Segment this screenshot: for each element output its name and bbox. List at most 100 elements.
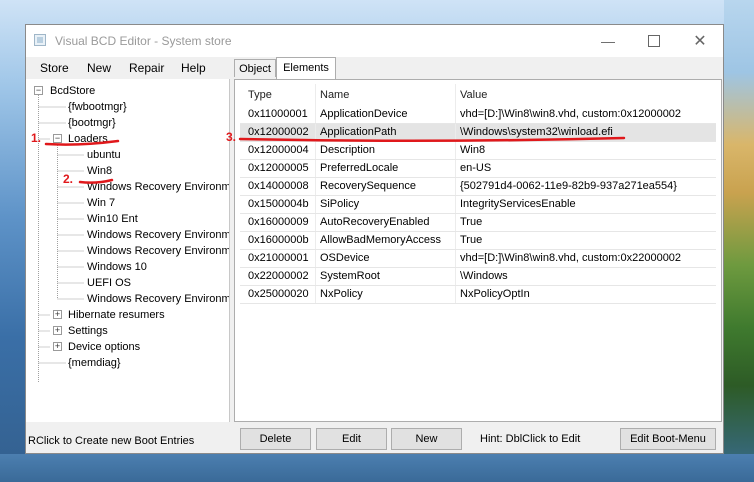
tree-item-win10-ent[interactable]: Win10 Ent	[87, 211, 138, 227]
expand-hibernate-icon[interactable]: +	[53, 310, 62, 319]
edit-button[interactable]: Edit	[316, 428, 387, 450]
bcd-tree[interactable]: − BcdStore {fwbootmgr} {bootmgr} − Loade…	[26, 79, 230, 422]
cell-type: 0x12000002	[248, 126, 309, 138]
tab-elements[interactable]: Elements	[276, 57, 336, 79]
tree-item-win8[interactable]: Win8	[87, 163, 112, 179]
annotation-3: 3.	[226, 130, 237, 144]
collapse-loaders-icon[interactable]: −	[53, 134, 62, 143]
tree-item-settings[interactable]: Settings	[68, 323, 108, 339]
tree-item-loaders[interactable]: Loaders	[68, 131, 108, 147]
tab-object[interactable]: Object	[234, 59, 276, 77]
menu-bar: Store New Repair Help	[26, 57, 723, 79]
title-bar[interactable]: Visual BCD Editor - System store — ✕	[26, 25, 723, 57]
table-row[interactable]: 0x11000001 ApplicationDevice vhd=[D:]\Win8…	[240, 106, 716, 124]
cell-name: Description	[315, 142, 455, 159]
tree-item-recovery-1[interactable]: Windows Recovery Environme	[87, 179, 229, 195]
menu-store[interactable]: Store	[40, 61, 69, 75]
cell-name: ApplicationPath	[315, 124, 455, 141]
cell-value: True	[455, 232, 716, 249]
table-row[interactable]: 0x14000008 RecoverySequence {502791d4-0062…	[240, 178, 716, 196]
app-icon	[34, 34, 46, 46]
table-row[interactable]: 0x12000002 ApplicationPath \Windows\system…	[240, 124, 716, 142]
app-window: Visual BCD Editor - System store — ✕ Sto…	[25, 24, 724, 454]
delete-button[interactable]: Delete	[240, 428, 311, 450]
cell-type: 0x1600000b	[248, 234, 309, 246]
table-row[interactable]: 0x22000002 SystemRoot \Windows	[240, 268, 716, 286]
cell-value: vhd=[D:]\Win8\win8.vhd, custom:0x2200000…	[455, 250, 716, 267]
table-row[interactable]: 0x1500004b SiPolicy IntegrityServicesEnabl…	[240, 196, 716, 214]
tree-item-memdiag[interactable]: {memdiag}	[68, 355, 121, 371]
close-button[interactable]: ✕	[677, 25, 723, 57]
tree-item-device-options[interactable]: Device options	[68, 339, 140, 355]
desktop-background	[724, 0, 754, 482]
tree-item-fwbootmgr[interactable]: {fwbootmgr}	[68, 99, 127, 115]
cell-value: en-US	[455, 160, 716, 177]
tree-item-recovery-4[interactable]: Windows Recovery Environme	[87, 291, 229, 307]
elements-panel: Type Name Value 0x11000001 ApplicationDev…	[234, 79, 722, 422]
cell-value: IntegrityServicesEnable	[455, 196, 716, 213]
cell-name: SiPolicy	[315, 196, 455, 213]
cell-name: AllowBadMemoryAccess	[315, 232, 455, 249]
cell-value: Win8	[455, 142, 716, 159]
cell-value: \Windows	[455, 268, 716, 285]
cell-name: SystemRoot	[315, 268, 455, 285]
cell-name: OSDevice	[315, 250, 455, 267]
cell-type: 0x21000001	[248, 252, 309, 264]
cell-type: 0x16000009	[248, 216, 309, 228]
table-row[interactable]: 0x16000009 AutoRecoveryEnabled True	[240, 214, 716, 232]
tree-item-recovery-2[interactable]: Windows Recovery Environme	[87, 227, 229, 243]
tree-item-hibernate-resumers[interactable]: Hibernate resumers	[68, 307, 165, 323]
cell-name: ApplicationDevice	[315, 106, 455, 123]
expand-device-options-icon[interactable]: +	[53, 342, 62, 351]
status-text: RClick to Create new Boot Entries	[28, 435, 195, 447]
cell-type: 0x12000005	[248, 162, 309, 174]
grid-header: Type Name Value	[240, 84, 716, 106]
table-row[interactable]: 0x25000020 NxPolicy NxPolicyOptIn	[240, 286, 716, 304]
button-bar: Delete Edit New Hint: DblClick to Edit E…	[234, 424, 722, 452]
hint-text: Hint: DblClick to Edit	[480, 433, 581, 445]
cell-type: 0x14000008	[248, 180, 309, 192]
maximize-button[interactable]	[631, 25, 677, 57]
table-row[interactable]: 0x12000005 PreferredLocale en-US	[240, 160, 716, 178]
cell-type: 0x1500004b	[248, 198, 309, 210]
table-row[interactable]: 0x12000004 Description Win8	[240, 142, 716, 160]
minimize-button[interactable]: —	[585, 25, 631, 57]
cell-type: 0x22000002	[248, 270, 309, 282]
elements-grid: Type Name Value 0x11000001 ApplicationDev…	[240, 84, 716, 304]
menu-new[interactable]: New	[87, 61, 111, 75]
cell-name: PreferredLocale	[315, 160, 455, 177]
expand-settings-icon[interactable]: +	[53, 326, 62, 335]
tree-item-win7[interactable]: Win 7	[87, 195, 115, 211]
maximize-icon	[648, 35, 660, 47]
window-title: Visual BCD Editor - System store	[55, 34, 232, 48]
cell-name: AutoRecoveryEnabled	[315, 214, 455, 231]
table-row[interactable]: 0x21000001 OSDevice vhd=[D:]\Win8\win8.vhd…	[240, 250, 716, 268]
annotation-1: 1.	[31, 131, 42, 145]
grid-body: 0x11000001 ApplicationDevice vhd=[D:]\Win8…	[240, 106, 716, 304]
cell-type: 0x11000001	[248, 108, 308, 120]
tree-item-uefi-os[interactable]: UEFI OS	[87, 275, 131, 291]
tree-item-ubuntu[interactable]: ubuntu	[87, 147, 121, 163]
desktop-background-bottom	[0, 454, 754, 482]
annotation-2: 2.	[63, 172, 74, 186]
menu-repair[interactable]: Repair	[129, 61, 164, 75]
tree-item-recovery-3[interactable]: Windows Recovery Environme	[87, 243, 229, 259]
header-type[interactable]: Type	[240, 84, 315, 106]
cell-type: 0x12000004	[248, 144, 309, 156]
cell-value: True	[455, 214, 716, 231]
cell-name: NxPolicy	[315, 286, 455, 303]
cell-name: RecoverySequence	[315, 178, 455, 195]
tree-item-windows-10[interactable]: Windows 10	[87, 259, 147, 275]
edit-boot-menu-button[interactable]: Edit Boot-Menu	[620, 428, 716, 450]
table-row[interactable]: 0x1600000b AllowBadMemoryAccess True	[240, 232, 716, 250]
header-value[interactable]: Value	[455, 84, 716, 106]
collapse-root-icon[interactable]: −	[34, 86, 43, 95]
cell-value: {502791d4-0062-11e9-82b9-937a271ea554}	[455, 178, 716, 195]
cell-value: NxPolicyOptIn	[455, 286, 716, 303]
new-button[interactable]: New	[391, 428, 462, 450]
menu-help[interactable]: Help	[181, 61, 206, 75]
cell-value: vhd=[D:]\Win8\win8.vhd, custom:0x1200000…	[455, 106, 716, 123]
tree-item-bootmgr[interactable]: {bootmgr}	[68, 115, 116, 131]
tree-item-bcdstore[interactable]: BcdStore	[50, 83, 95, 99]
header-name[interactable]: Name	[315, 84, 455, 106]
